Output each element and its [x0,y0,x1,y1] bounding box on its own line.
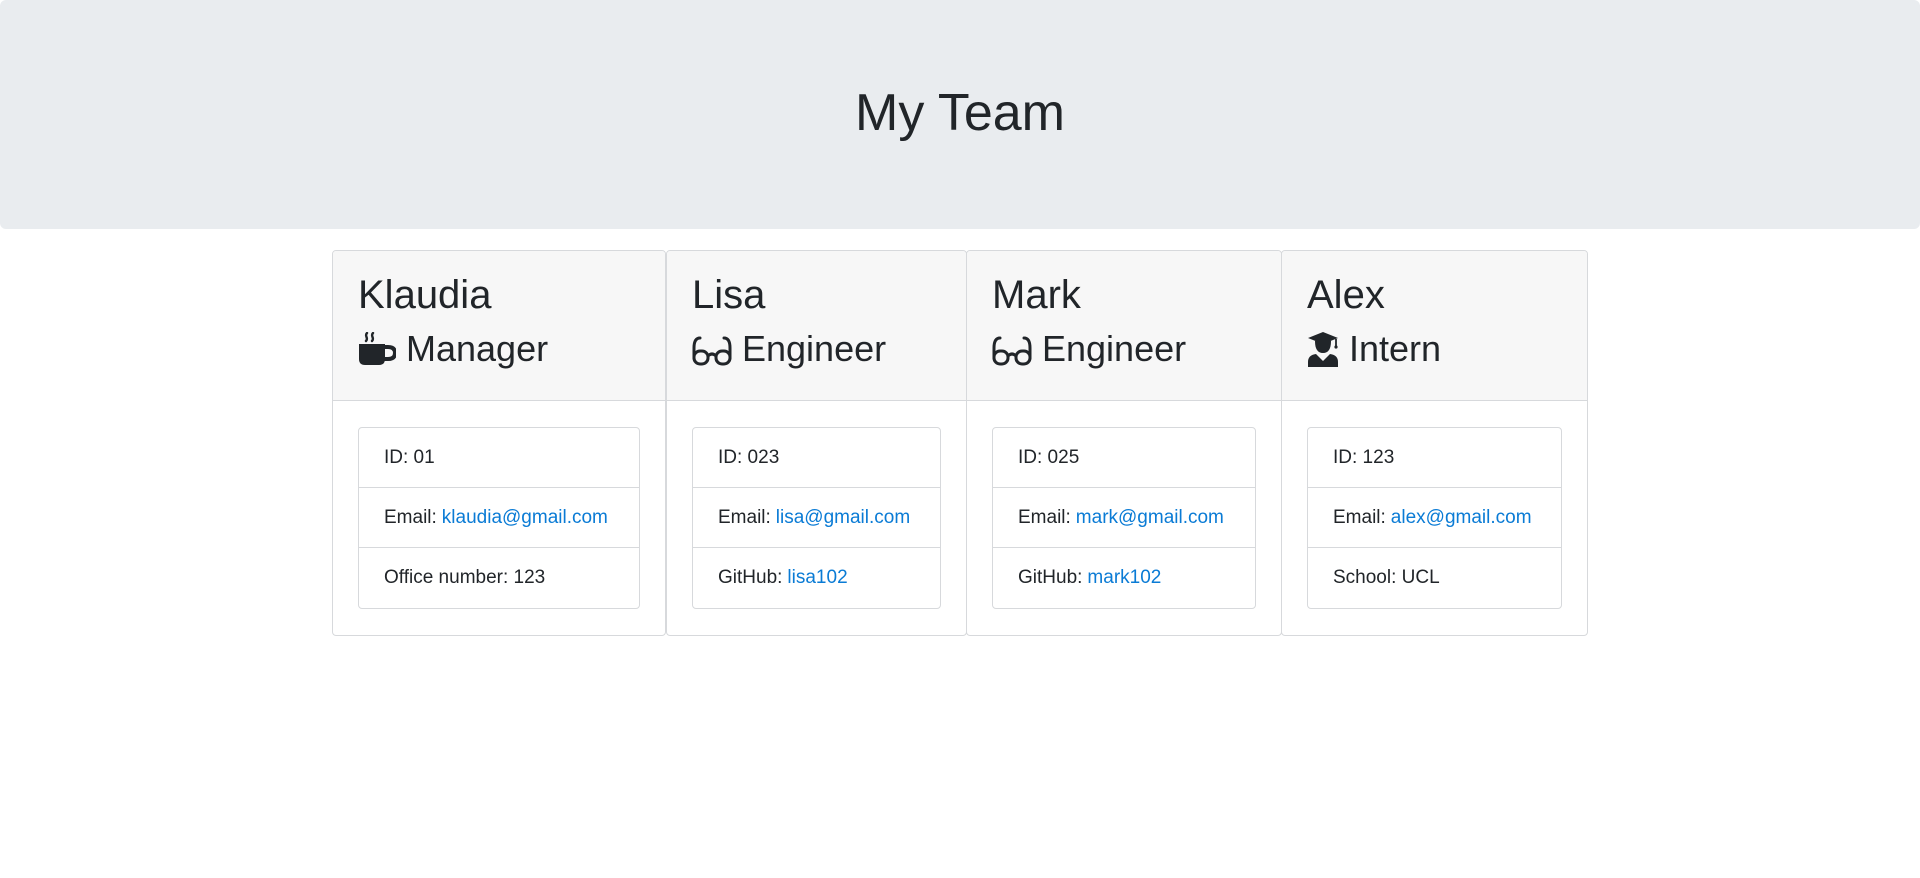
role-label: Manager [406,328,549,369]
email-item: Email: mark@gmail.com [993,488,1255,548]
id-item: ID: 123 [1308,428,1561,488]
role-label: Engineer [1042,328,1187,369]
email-label: Email: [1018,506,1071,528]
details-list: ID: 123 Email: alex@gmail.com School: UC… [1307,427,1562,609]
employee-name: Alex [1307,273,1385,317]
role-label: Intern [1349,328,1442,369]
id-label: ID: 123 [1333,446,1395,468]
details-list: ID: 023 Email: lisa@gmail.com GitHub: li… [692,427,941,609]
office-number-item: Office number: 123 [359,548,639,608]
employee-name: Lisa [692,273,766,317]
card-body: ID: 023 Email: lisa@gmail.com GitHub: li… [667,401,966,609]
id-label: ID: 023 [718,446,780,468]
email-label: Email: [384,506,437,528]
card-header: Alex Intern [1282,251,1587,401]
employee-role: Intern [1307,327,1562,371]
email-item: Email: klaudia@gmail.com [359,488,639,548]
employee-card-klaudia: Klaudia Manager ID: 01 Email: klaudia@gm… [332,250,666,636]
card-body: ID: 025 Email: mark@gmail.com GitHub: ma… [967,401,1281,609]
github-item: GitHub: mark102 [993,548,1255,608]
github-link[interactable]: lisa102 [787,567,847,589]
role-label: Engineer [742,328,887,369]
employee-card-alex: Alex Intern ID: 123 Email: alex@gmail.co… [1281,250,1588,636]
office-number-label: Office number: 123 [384,567,546,588]
id-label: ID: 01 [384,446,435,468]
employee-name: Mark [992,273,1081,317]
details-list: ID: 01 Email: klaudia@gmail.com Office n… [358,427,640,609]
github-item: GitHub: lisa102 [693,548,940,608]
email-link[interactable]: alex@gmail.com [1391,507,1532,529]
github-link[interactable]: mark102 [1087,567,1161,589]
email-label: Email: [718,506,771,528]
email-item: Email: alex@gmail.com [1308,488,1561,548]
page-header: My Team [0,0,1920,229]
employee-role: Manager [358,327,640,371]
email-item: Email: lisa@gmail.com [693,488,940,548]
card-header: Klaudia Manager [333,251,665,401]
card-header: Lisa Engineer [667,251,966,401]
employee-name: Klaudia [358,273,492,317]
email-link[interactable]: klaudia@gmail.com [442,507,608,529]
employee-role: Engineer [692,327,941,371]
email-link[interactable]: mark@gmail.com [1076,507,1224,529]
card-header: Mark Engineer [967,251,1281,401]
id-item: ID: 025 [993,428,1255,488]
employee-card-lisa: Lisa Engineer ID: 023 Email: lisa@gmail.… [666,250,967,636]
email-label: Email: [1333,506,1386,528]
employee-card-mark: Mark Engineer ID: 025 Email: mark@gmail.… [966,250,1282,636]
card-body: ID: 01 Email: klaudia@gmail.com Office n… [333,401,665,609]
github-label: GitHub: [718,567,783,588]
school-label: School: UCL [1333,567,1440,588]
employee-role: Engineer [992,327,1256,371]
coffee-mug-icon [358,332,396,366]
card-body: ID: 123 Email: alex@gmail.com School: UC… [1282,401,1587,609]
id-item: ID: 023 [693,428,940,488]
graduate-icon [1307,331,1339,367]
id-item: ID: 01 [359,428,639,488]
page-title: My Team [855,83,1065,142]
details-list: ID: 025 Email: mark@gmail.com GitHub: ma… [992,427,1256,609]
email-link[interactable]: lisa@gmail.com [776,507,910,529]
school-item: School: UCL [1308,548,1561,608]
glasses-icon [992,332,1032,366]
glasses-icon [692,332,732,366]
id-label: ID: 025 [1018,446,1080,468]
github-label: GitHub: [1018,567,1083,588]
